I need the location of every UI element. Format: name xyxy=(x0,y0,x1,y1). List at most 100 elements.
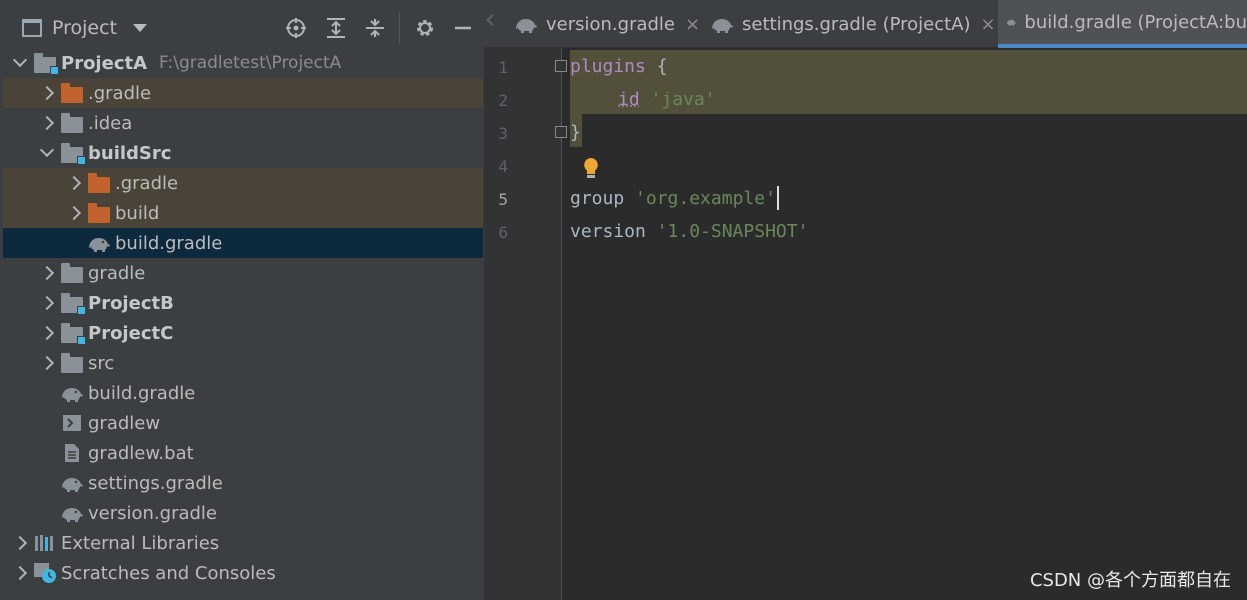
text-caret xyxy=(776,186,779,210)
tab-settings-gradle[interactable]: settings.gradle (ProjectA) × xyxy=(702,0,996,48)
tab-build-gradle[interactable]: build.gradle (ProjectA:bu xyxy=(998,0,1247,48)
chevron-right-icon[interactable] xyxy=(61,205,87,221)
line-number: 3 xyxy=(498,124,508,143)
tree-item-label: ProjectC xyxy=(88,322,174,344)
fold-marker-icon[interactable] xyxy=(555,60,567,72)
scratches-icon xyxy=(33,562,57,584)
fold-marker-icon[interactable] xyxy=(555,126,567,138)
gradle-elephant-icon xyxy=(60,382,84,404)
gradle-elephant-icon xyxy=(60,472,84,494)
code-line-6[interactable]: version '1.0-SNAPSHOT' xyxy=(570,215,808,247)
line-number: 1 xyxy=(498,58,508,77)
tree-item-label: build xyxy=(115,202,160,224)
code-string: 'org.example' xyxy=(635,187,776,209)
tree-item-src[interactable]: src xyxy=(3,348,483,378)
tree-item-gradle-folder[interactable]: gradle xyxy=(3,258,483,288)
chevron-right-icon[interactable] xyxy=(34,115,60,131)
gear-icon[interactable] xyxy=(413,16,437,40)
chevron-right-icon[interactable] xyxy=(34,265,60,281)
panel-title: Project xyxy=(52,17,118,39)
script-icon xyxy=(60,412,84,434)
code-line-2[interactable]: id 'java' xyxy=(618,83,716,115)
watermark: CSDN @各个方面都自在 xyxy=(1029,570,1231,591)
code-keyword: version xyxy=(570,220,646,242)
code-punct: { xyxy=(645,55,668,77)
tree-item-external-libraries[interactable]: External Libraries xyxy=(3,528,483,558)
tree-item-build[interactable]: build xyxy=(3,198,483,228)
chevron-right-icon[interactable] xyxy=(34,85,60,101)
minimize-icon[interactable] xyxy=(451,16,475,40)
close-icon[interactable]: × xyxy=(685,14,700,35)
chevron-left-icon[interactable] xyxy=(486,14,498,26)
line-number: 4 xyxy=(498,157,508,176)
gradle-elephant-icon xyxy=(1006,19,1016,26)
tree-item-label: .idea xyxy=(88,112,133,134)
project-window-icon xyxy=(22,19,42,37)
tree-item-label: buildSrc xyxy=(88,142,172,164)
chevron-right-icon[interactable] xyxy=(34,325,60,341)
tree-item-projectb[interactable]: ProjectB xyxy=(3,288,483,318)
tree-item-label: .gradle xyxy=(115,172,179,194)
tree-item-version-gradle[interactable]: version.gradle xyxy=(3,498,483,528)
tree-item-label: build.gradle xyxy=(115,232,223,254)
module-folder-icon xyxy=(60,292,86,315)
tree-item-projectc[interactable]: ProjectC xyxy=(3,318,483,348)
code-line-3[interactable]: } xyxy=(570,116,581,148)
collapse-all-icon[interactable] xyxy=(363,16,387,40)
tree-item-buildsrc[interactable]: buildSrc xyxy=(3,138,483,168)
editor-tab-bar: version.gradle × settings.gradle (Projec… xyxy=(484,0,1247,48)
line-number: 6 xyxy=(498,223,508,242)
text-file-icon xyxy=(60,442,84,464)
expand-all-icon[interactable] xyxy=(324,16,348,40)
line-number: 5 xyxy=(498,190,508,209)
chevron-down-icon[interactable] xyxy=(7,52,33,68)
tree-item-buildsrc-build-gradle[interactable]: build.gradle xyxy=(3,228,483,258)
header-separator xyxy=(399,12,400,44)
chevron-down-icon[interactable] xyxy=(34,142,60,158)
chevron-down-icon[interactable] xyxy=(133,24,148,32)
tree-item-label: gradlew.bat xyxy=(88,442,194,464)
project-view-selector[interactable]: Project xyxy=(22,14,148,42)
code-keyword: plugins xyxy=(570,55,646,77)
tree-item-label: gradle xyxy=(88,262,146,284)
chevron-right-icon[interactable] xyxy=(7,565,33,581)
chevron-right-icon[interactable] xyxy=(34,295,60,311)
tab-version-gradle[interactable]: version.gradle × xyxy=(506,0,702,48)
close-icon[interactable]: × xyxy=(981,14,996,35)
chevron-right-icon[interactable] xyxy=(34,355,60,371)
folder-icon xyxy=(60,352,84,374)
tree-item-buildsrc-gradle-cache[interactable]: .gradle xyxy=(3,168,483,198)
code-string: '1.0-SNAPSHOT' xyxy=(656,220,809,242)
tree-item-gradlew-bat[interactable]: gradlew.bat xyxy=(3,438,483,468)
tree-item-projecta[interactable]: ProjectA F:\gradletest\ProjectA xyxy=(3,48,483,78)
chevron-right-icon[interactable] xyxy=(61,175,87,191)
project-tool-window: Project ProjectA F:\gradletest\ProjectA xyxy=(0,0,484,600)
tree-item-idea[interactable]: .idea xyxy=(3,108,483,138)
excluded-folder-icon xyxy=(87,202,111,224)
code-string: 'java' xyxy=(650,88,716,110)
locate-file-icon[interactable] xyxy=(284,16,308,40)
tree-item-settings-gradle[interactable]: settings.gradle xyxy=(3,468,483,498)
tree-item-label: Scratches and Consoles xyxy=(61,562,276,584)
folder-icon xyxy=(60,262,84,284)
code-line-1[interactable]: plugins { xyxy=(570,50,668,82)
line-number: 2 xyxy=(498,91,508,110)
tree-item-label: .gradle xyxy=(88,82,152,104)
tree-item-label: src xyxy=(88,352,115,374)
tree-item-build-gradle[interactable]: build.gradle xyxy=(3,378,483,408)
tree-item-gradle-cache[interactable]: .gradle xyxy=(3,78,483,108)
gradle-elephant-icon xyxy=(516,19,537,33)
tree-item-scratches[interactable]: Scratches and Consoles xyxy=(3,558,483,588)
lightbulb-icon[interactable] xyxy=(582,157,600,179)
gradle-elephant-icon xyxy=(60,502,84,524)
code-keyword: group xyxy=(570,187,625,209)
libraries-icon xyxy=(33,532,57,554)
tree-item-label: ProjectB xyxy=(88,292,174,314)
tree-item-gradlew[interactable]: gradlew xyxy=(3,408,483,438)
tree-item-label: External Libraries xyxy=(61,532,220,554)
module-folder-icon xyxy=(60,322,86,345)
tree-item-label: version.gradle xyxy=(88,502,218,524)
code-line-5[interactable]: group 'org.example' xyxy=(570,182,779,214)
chevron-right-icon[interactable] xyxy=(7,535,33,551)
tab-label: build.gradle (ProjectA:bu xyxy=(1024,11,1247,33)
